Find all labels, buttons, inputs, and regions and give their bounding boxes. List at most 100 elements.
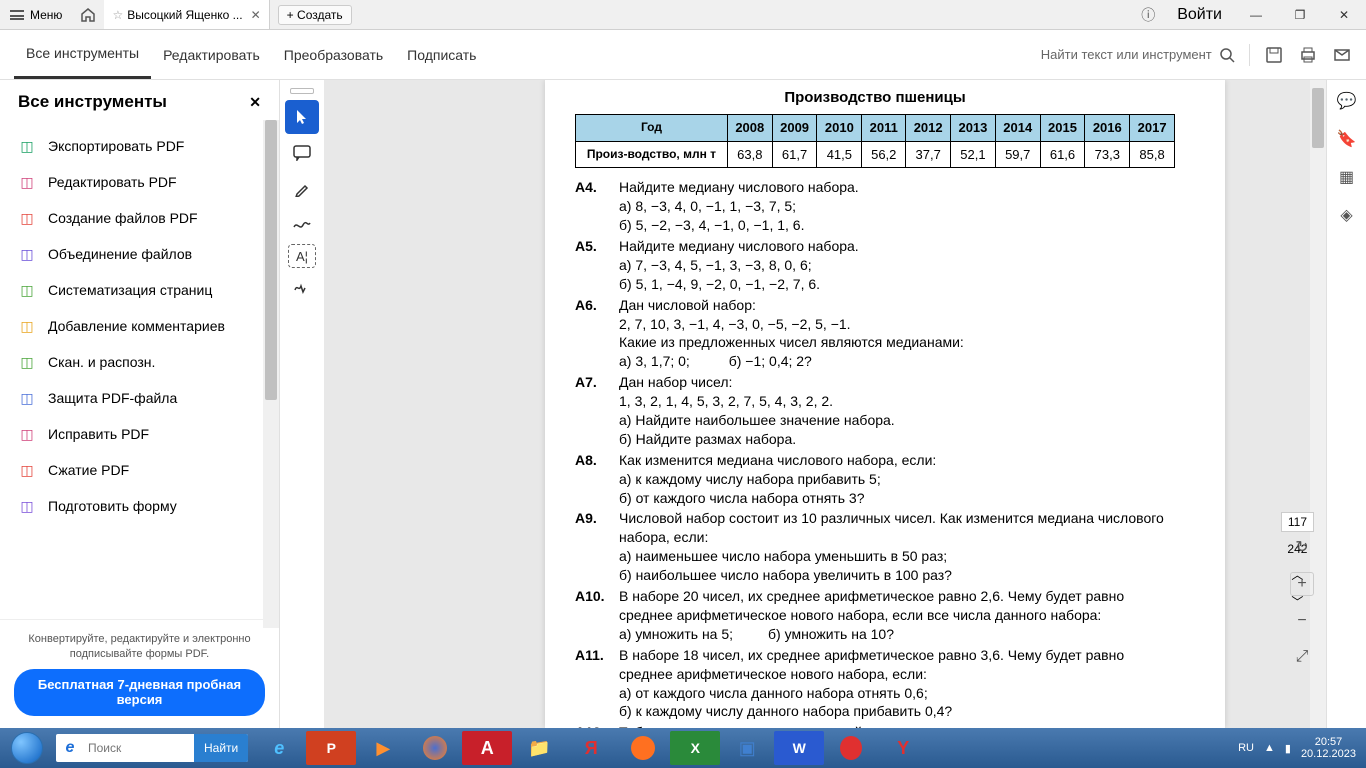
app-orange[interactable] [618, 731, 668, 765]
help-button[interactable]: ⓘ [1131, 5, 1165, 25]
draw-tool[interactable] [285, 208, 319, 242]
select-tool[interactable] [285, 100, 319, 134]
fit-button[interactable]: ⤢ [1291, 646, 1313, 668]
mediaplayer-app[interactable]: ▶ [358, 731, 408, 765]
print-button[interactable] [1298, 45, 1318, 65]
scrollbar-thumb[interactable] [1312, 88, 1324, 148]
comment-tool[interactable] [285, 136, 319, 170]
tab-close-button[interactable]: ✕ [251, 8, 261, 22]
taskbar-apps: e P ▶ A 📁 Я X ▣ W Y [254, 728, 928, 768]
share-button[interactable] [1332, 45, 1352, 65]
sidebar-item[interactable]: ◫ Систематизация страниц [0, 272, 279, 308]
burger-icon [10, 10, 24, 20]
task: А9.Числовой набор состоит из 10 различны… [575, 509, 1175, 585]
maximize-button[interactable]: ❐ [1278, 0, 1322, 29]
sidebar-item-label: Защита PDF-файла [48, 390, 177, 406]
tool-icon: ◫ [18, 461, 36, 479]
tool-icon: ◫ [18, 281, 36, 299]
sidebar-item[interactable]: ◫ Защита PDF-файла [0, 380, 279, 416]
sidebar-item[interactable]: ◫Экспортировать PDF [0, 128, 279, 164]
sidebar-item[interactable]: ◫Объединение файлов [0, 236, 279, 272]
tool-icon: ◫ [18, 173, 36, 191]
sign-tool[interactable] [285, 270, 319, 304]
tray-clock[interactable]: 20:57 20.12.2023 [1301, 736, 1356, 760]
task: А7.Дан набор чисел:1, 3, 2, 1, 4, 5, 3, … [575, 373, 1175, 449]
wheat-table: Год2008200920102011201220132014201520162… [575, 114, 1175, 168]
word-app[interactable]: W [774, 731, 824, 765]
zoom-controls: ↻ + − ⤢ [1290, 536, 1314, 668]
plus-icon: + [287, 8, 294, 22]
task: А10.В наборе 20 чисел, их среднее арифме… [575, 587, 1175, 644]
yandex-browser-app[interactable]: Y [878, 731, 928, 765]
task-number: А10. [575, 587, 619, 644]
rotate-button[interactable]: ↻ [1291, 536, 1313, 558]
highlight-tool[interactable] [285, 172, 319, 206]
explorer-app[interactable]: 📁 [514, 731, 564, 765]
tray-flag-icon[interactable]: ▲ [1264, 742, 1275, 754]
zoom-out-button[interactable]: − [1291, 610, 1313, 632]
ie-app[interactable]: e [254, 731, 304, 765]
tab-sign[interactable]: Подписать [395, 30, 488, 79]
task-body: Числовой набор состоит из 10 различных ч… [619, 509, 1175, 585]
firefox-app[interactable] [410, 731, 460, 765]
text-tool[interactable]: А¦ [288, 244, 316, 268]
window-titlebar: Меню ☆ Высоцкий Ященко ... ✕ + Создать ⓘ… [0, 0, 1366, 30]
minimize-button[interactable]: — [1234, 0, 1278, 29]
opera-app[interactable] [826, 731, 876, 765]
search-tools[interactable]: Найти текст или инструмент [1041, 47, 1235, 63]
taskbar-search-input[interactable] [84, 741, 194, 755]
sidebar-scrollbar[interactable] [263, 120, 279, 628]
tray-battery-icon[interactable]: ▮ [1285, 742, 1291, 755]
sidebar-item[interactable]: ◫Создание файлов PDF [0, 200, 279, 236]
taskbar-search[interactable]: e Найти [56, 734, 248, 762]
document-tools: А¦ [280, 80, 324, 728]
bookmark-icon[interactable]: 🔖 [1336, 128, 1358, 150]
home-icon [80, 7, 96, 23]
grid-icon[interactable]: ▦ [1336, 166, 1358, 188]
sidebar-item[interactable]: ◫Сжатие PDF [0, 452, 279, 488]
tab-convert[interactable]: Преобразовать [272, 30, 395, 79]
sidebar-close-button[interactable]: ✕ [249, 94, 261, 111]
acrobat-app[interactable]: A [462, 731, 512, 765]
powerpoint-app[interactable]: P [306, 731, 356, 765]
sidebar: Все инструменты ✕ ◫Экспортировать PDF◫Ре… [0, 80, 280, 728]
ie-icon: e [56, 739, 84, 757]
yandex-app[interactable]: Я [566, 731, 616, 765]
task: А4.Найдите медиану числового набора.а) 8… [575, 178, 1175, 235]
document-tab[interactable]: ☆ Высоцкий Ященко ... ✕ [104, 0, 269, 29]
login-button[interactable]: Войти [1165, 6, 1234, 24]
tool-icon: ◫ [18, 137, 36, 155]
sidebar-item-label: Редактировать PDF [48, 174, 177, 190]
menu-button[interactable]: Меню [0, 0, 72, 29]
tab-edit[interactable]: Редактировать [151, 30, 272, 79]
clock-time: 20:57 [1301, 736, 1356, 748]
sidebar-item-label: Систематизация страниц [48, 282, 212, 298]
task-body: В наборе 20 чисел, их среднее арифметиче… [619, 587, 1175, 644]
task-number: А6. [575, 296, 619, 372]
doc-title: Производство пшеницы [575, 88, 1175, 108]
task-body: Найдите медиану числового набора.а) 7, −… [619, 237, 1175, 294]
current-page[interactable]: 117 [1281, 512, 1314, 532]
tray-lang[interactable]: RU [1238, 742, 1254, 754]
taskbar-find-button[interactable]: Найти [194, 734, 248, 762]
new-tab-button[interactable]: + Создать [278, 5, 352, 25]
sidebar-item[interactable]: ◫Добавление комментариев [0, 308, 279, 344]
scrollbar-thumb[interactable] [265, 120, 277, 400]
tab-all-tools[interactable]: Все инструменты [14, 30, 151, 79]
tool-handle[interactable] [290, 88, 314, 94]
sidebar-item[interactable]: ◫Подготовить форму [0, 488, 279, 524]
chat-icon[interactable]: 💬 [1336, 90, 1358, 112]
start-button[interactable] [0, 728, 54, 768]
tag-icon[interactable]: ◈ [1336, 204, 1358, 226]
tool-icon: ◫ [18, 389, 36, 407]
save-button[interactable] [1264, 45, 1284, 65]
sidebar-item[interactable]: ◫Скан. и распозн. [0, 344, 279, 380]
home-button[interactable] [72, 0, 104, 29]
app-blue[interactable]: ▣ [722, 731, 772, 765]
trial-button[interactable]: Бесплатная 7-дневная пробная версия [14, 669, 265, 716]
zoom-in-button[interactable]: + [1290, 572, 1314, 596]
close-button[interactable]: ✕ [1322, 0, 1366, 29]
excel-app[interactable]: X [670, 731, 720, 765]
sidebar-item[interactable]: ◫Исправить PDF [0, 416, 279, 452]
sidebar-item[interactable]: ◫ Редактировать PDF [0, 164, 279, 200]
